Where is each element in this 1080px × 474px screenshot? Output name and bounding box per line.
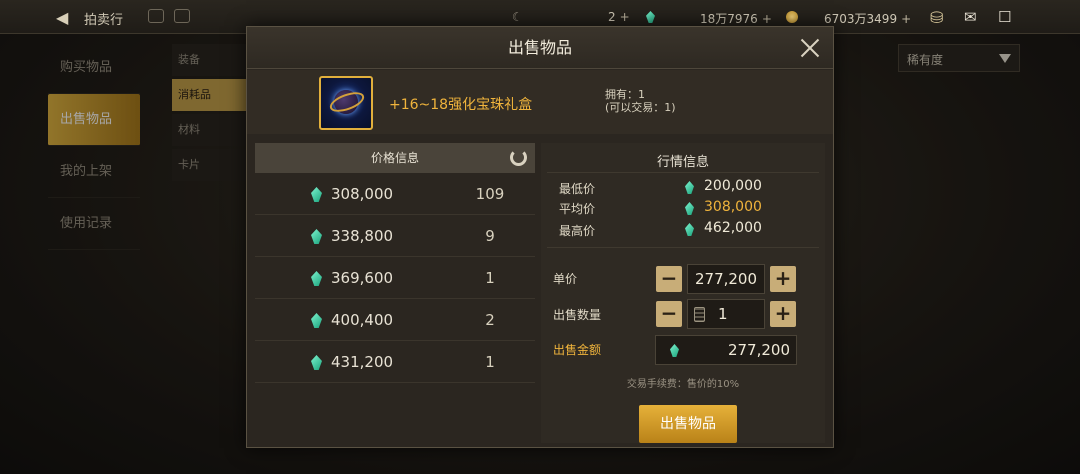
item-row: +16~18强化宝珠礼盒 拥有：1 (可以交易：1) [247,70,833,134]
eye-icon[interactable] [148,9,164,23]
gem-icon [685,223,694,236]
total-label: 出售金额 [553,343,602,357]
quantity-increase-button[interactable]: + [770,301,796,327]
owned-count: 拥有：1 (可以交易：1) [605,88,676,114]
total-value: 277,200 [727,341,790,359]
price-row[interactable]: 369,600 1 [255,257,535,299]
add-icon[interactable]: + [762,12,772,26]
mail-icon[interactable]: ✉ [964,8,977,26]
listing-qty: 2 [485,311,495,329]
bag-icon[interactable]: ⛁ [930,8,943,27]
resource-gem: 18万7976 + [700,12,772,26]
chat-icon[interactable]: ☐ [998,8,1011,26]
add-icon[interactable]: + [620,10,630,24]
listing-price: 338,800 [331,227,394,245]
gem-icon [311,271,322,286]
add-icon[interactable]: + [901,12,911,26]
gem-icon [685,202,694,215]
quantity-input[interactable]: 1 [687,299,765,329]
price-info-title: 价格信息 [370,151,419,165]
gem-icon [646,11,655,26]
moon-icon: ☾ [512,10,523,24]
market-title: 行情信息 [547,143,819,173]
listing-qty: 9 [485,227,495,245]
listing-price: 308,000 [331,185,394,203]
max-price-label: 最高价 [559,224,596,238]
market-panel: 行情信息 最低价 200,000 平均价 308,000 最高价 462,000… [541,143,825,443]
min-price-label: 最低价 [559,182,596,196]
listing-qty: 1 [485,269,495,287]
min-price-value: 200,000 [704,178,762,194]
owned-label: 拥有：1 [605,88,645,101]
listing-price: 369,600 [331,269,394,287]
quantity-label: 出售数量 [553,308,602,322]
gem-icon [311,313,322,328]
modal-header: 出售物品 [247,27,833,69]
price-info-header: 价格信息 [255,143,535,173]
orb-gift-box-icon[interactable] [319,76,373,130]
price-row[interactable]: 431,200 1 [255,341,535,383]
quantity-value: 1 [718,305,728,323]
back-icon[interactable]: ◀ [56,8,68,27]
gem-icon [311,187,322,202]
gem-icon [670,344,679,357]
gem-icon [685,181,694,194]
sell-item-modal: 出售物品 +16~18强化宝珠礼盒 拥有：1 (可以交易：1) 价格信息 308… [246,26,834,448]
unit-price-decrease-button[interactable]: − [656,266,682,292]
book-icon[interactable] [174,9,190,23]
max-price-value: 462,000 [704,220,762,236]
listing-qty: 1 [485,353,495,371]
avg-price-label: 平均价 [559,202,596,216]
close-icon[interactable] [799,37,821,59]
quantity-decrease-button[interactable]: − [656,301,682,327]
coin-icon [786,11,798,26]
calculator-icon[interactable] [694,307,705,322]
page-title: 拍卖行 [84,13,124,28]
fee-note: 交易手续费：售价的10% [626,379,740,390]
modal-title: 出售物品 [507,38,572,57]
tradable-label: (可以交易：1) [605,101,676,114]
price-row[interactable]: 400,400 2 [255,299,535,341]
sell-button[interactable]: 出售物品 [639,405,737,443]
gem-icon [311,355,322,370]
refresh-icon[interactable] [510,149,527,166]
listing-price: 400,400 [331,311,394,329]
listing-price: 431,200 [331,353,394,371]
avg-price-value: 308,000 [704,199,762,215]
item-name: +16~18强化宝珠礼盒 [389,97,533,113]
listing-qty: 109 [475,185,505,203]
resource-moon: 2 + [608,10,630,24]
price-info-panel: 价格信息 308,000 109 338,800 9 369,600 1 400… [255,143,535,443]
price-row[interactable]: 308,000 109 [255,173,535,215]
total-amount: 277,200 [655,335,797,365]
unit-price-label: 单价 [553,272,578,286]
gem-icon [311,229,322,244]
unit-price-increase-button[interactable]: + [770,266,796,292]
unit-price-input[interactable]: 277,200 [687,264,765,294]
resource-coin: 6703万3499 + [824,12,912,26]
price-row[interactable]: 338,800 9 [255,215,535,257]
divider [547,247,819,248]
